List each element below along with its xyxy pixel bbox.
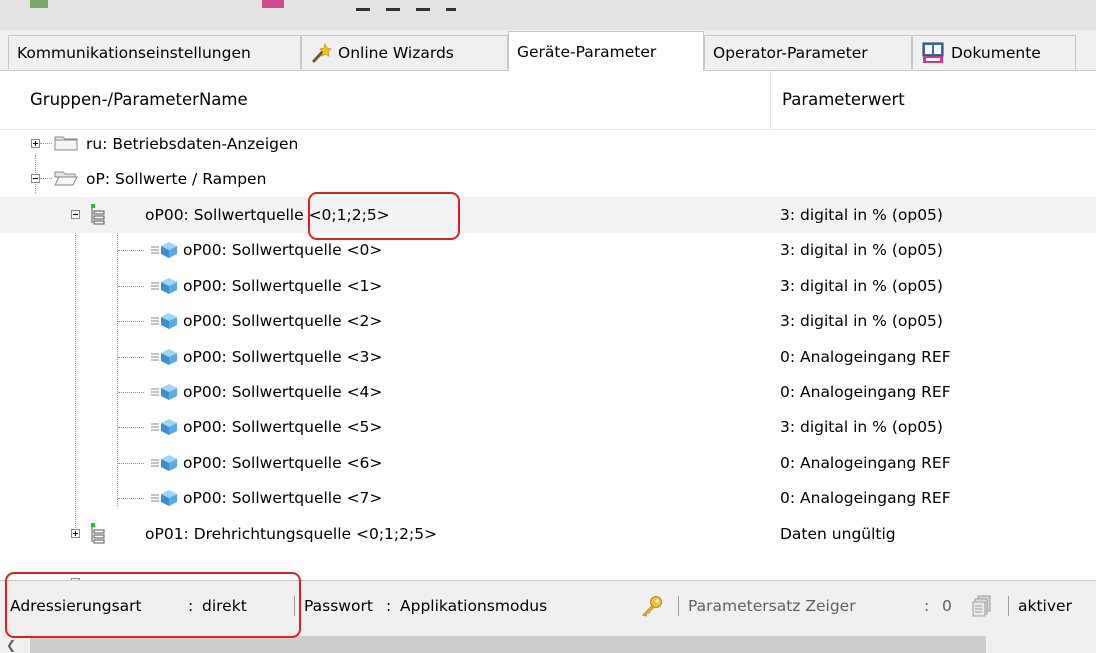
toolbar-icon-fragment (30, 0, 48, 8)
tree-line (118, 427, 144, 428)
column-header-value[interactable]: Parameterwert (782, 71, 905, 129)
tab-label: Online Wizards (338, 43, 454, 62)
scroll-left-icon[interactable]: ❮ (6, 638, 16, 652)
tab-label: Dokumente (951, 43, 1041, 62)
status-separator (678, 596, 679, 616)
tree-line (118, 357, 144, 358)
tree-line (40, 143, 52, 144)
toolbar-icon-fragment (446, 8, 456, 11)
expand-icon[interactable] (31, 139, 40, 148)
toolbar-icon-fragment (356, 8, 370, 11)
highlight-address-mode (5, 572, 301, 638)
parameter-value[interactable]: 3: digital in % (op05) (780, 232, 943, 268)
parameter-value[interactable]: Daten ungültig (780, 516, 896, 552)
parameter-icon (151, 349, 177, 365)
keb-docs-icon (922, 42, 944, 63)
tab-bar: Kommunikationseinstellungen Online Wizar… (0, 30, 1096, 71)
parameter-value[interactable]: 0: Analogeingang REF (780, 480, 951, 516)
parameter-value[interactable]: 3: digital in % (op05) (780, 303, 943, 339)
keb-icon-fragment (262, 0, 284, 8)
tree-line (118, 463, 144, 464)
tree-row-op00-3[interactable]: oP00: Sollwertquelle <3> 0: Analogeingan… (0, 339, 1096, 375)
tree-label: oP00: Sollwertquelle <4> (183, 383, 383, 401)
tree-label: oP00: Sollwertquelle <5> (183, 418, 383, 436)
wand-icon (312, 42, 332, 62)
tree-label: oP: Sollwerte / Rampen (86, 170, 267, 188)
toolbar-icon-fragment (416, 8, 430, 11)
tree-row-op01[interactable]: oP01: Drehrichtungsquelle <0;1;2;5> Date… (0, 516, 1096, 552)
tree-line (118, 321, 144, 322)
tree-line (118, 392, 144, 393)
tab-kommunikationseinstellungen[interactable]: Kommunikationseinstellungen (8, 35, 301, 69)
tree-row-op00-4[interactable]: oP00: Sollwertquelle <4> 0: Analogeingan… (0, 374, 1096, 410)
paramset-value: 0 (942, 597, 952, 615)
tree-row-ru[interactable]: ru: Betriebsdaten-Anzeigen (0, 126, 1096, 162)
parameter-value[interactable]: 3: digital in % (op05) (780, 268, 943, 304)
parameter-icon (151, 384, 177, 400)
tab-label: Operator-Parameter (713, 43, 868, 62)
parameter-group-icon (91, 523, 105, 544)
tree-line (118, 286, 144, 287)
tab-label: Kommunikationseinstellungen (17, 43, 251, 62)
parameter-group-icon (91, 204, 105, 225)
parameter-value[interactable]: 0: Analogeingang REF (780, 339, 951, 375)
expand-icon[interactable] (71, 529, 80, 538)
tree-row-op00-7[interactable]: oP00: Sollwertquelle <7> 0: Analogeingan… (0, 480, 1096, 516)
parameter-icon (151, 419, 177, 435)
folder-icon (54, 136, 78, 151)
tree-label: oP00: Sollwertquelle <2> (183, 312, 383, 330)
parameter-icon (151, 278, 177, 294)
parameter-icon (151, 455, 177, 471)
password-value[interactable]: Applikationsmodus (400, 581, 547, 631)
parameter-value[interactable]: 0: Analogeingang REF (780, 445, 951, 481)
key-icon[interactable] (640, 595, 664, 617)
tree-label: oP00: Sollwertquelle <7> (183, 489, 383, 507)
password-label: Passwort (304, 597, 373, 615)
collapse-icon[interactable] (31, 174, 40, 183)
tree-label: ru: Betriebsdaten-Anzeigen (86, 135, 299, 153)
parameter-icon (151, 313, 177, 329)
tree-label: oP00: Sollwertquelle <3> (183, 348, 383, 366)
tree-line (40, 178, 52, 179)
tree-row-op00[interactable]: oP00: Sollwertquelle <0;1;2;5> 3: digita… (0, 197, 1096, 233)
status-separator (1008, 596, 1009, 616)
tab-operator-parameter[interactable]: Operator-Parameter (704, 35, 912, 69)
tree-row-op00-1[interactable]: oP00: Sollwertquelle <1> 3: digital in %… (0, 268, 1096, 304)
column-header-name[interactable]: Gruppen-/ParameterName (30, 71, 248, 129)
tree-row-op00-6[interactable]: oP00: Sollwertquelle <6> 0: Analogeingan… (0, 445, 1096, 481)
parameter-value[interactable]: 0: Analogeingang REF (780, 374, 951, 410)
parameter-value[interactable]: 3: digital in % (op05) (780, 409, 943, 445)
parameter-tree: Gruppen-/ParameterName Parameterwert ru:… (0, 70, 1096, 581)
highlight-index-range (308, 192, 460, 240)
paramset-colon: : (924, 597, 930, 615)
password-colon: : (386, 597, 392, 615)
tree-row-op00-5[interactable]: oP00: Sollwertquelle <5> 3: digital in %… (0, 409, 1096, 445)
tab-online-wizards[interactable]: Online Wizards (301, 35, 508, 69)
tree-row-op[interactable]: oP: Sollwerte / Rampen (0, 161, 1096, 197)
toolbar-icon-fragment (386, 8, 400, 11)
toolbar-remnant (0, 0, 1096, 31)
paramset-pointer-icon[interactable] (972, 595, 992, 617)
column-header: Gruppen-/ParameterName Parameterwert (0, 71, 1096, 130)
parameter-value[interactable]: 3: digital in % (op05) (780, 197, 943, 233)
tree-line (118, 250, 144, 251)
tree-label: oP00: Sollwertquelle <1> (183, 277, 383, 295)
active-indicator: aktiver (1018, 597, 1072, 615)
open-folder-icon (54, 171, 78, 186)
tab-dokumente[interactable]: Dokumente (912, 35, 1076, 69)
column-divider[interactable] (770, 71, 771, 129)
collapse-icon[interactable] (71, 210, 80, 219)
parameter-icon (151, 490, 177, 506)
parameter-icon (151, 242, 177, 258)
scrollbar-thumb[interactable] (30, 636, 986, 653)
tab-geraete-parameter[interactable]: Geräte-Parameter (508, 31, 704, 71)
tree-line (118, 498, 144, 499)
tree-row-op00-0[interactable]: oP00: Sollwertquelle <0> 3: digital in %… (0, 232, 1096, 268)
tree-label: oP00: Sollwertquelle <6> (183, 454, 383, 472)
tree-label: oP01: Drehrichtungsquelle <0;1;2;5> (145, 525, 438, 543)
tab-label: Geräte-Parameter (517, 42, 657, 61)
tree-row-op00-2[interactable]: oP00: Sollwertquelle <2> 3: digital in %… (0, 303, 1096, 339)
paramset-label: Parametersatz Zeiger (688, 597, 856, 615)
